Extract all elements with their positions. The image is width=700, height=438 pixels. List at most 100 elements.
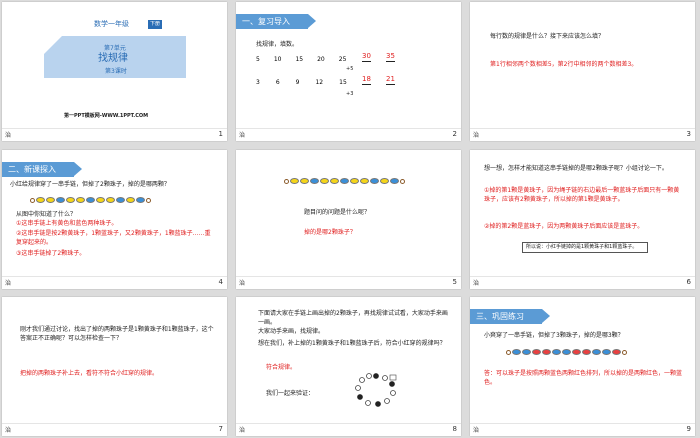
bracelet-knot: [146, 197, 151, 203]
sub-question: 从图中你知道了什么？: [16, 211, 77, 218]
slide-number: 3: [686, 130, 691, 138]
question-text: 每行数的规律是什么？接下来应该怎么填？: [490, 33, 605, 40]
unit-label: 第7单元: [104, 45, 126, 52]
bead: [612, 349, 621, 355]
slide-footer: 治6: [470, 276, 695, 289]
question-text: 刚才我们通过讨论，找出了掉的两颗珠子是1颗黄珠子和1颗蓝珠子，这个答案正不正确呢…: [20, 326, 214, 342]
answer-30: 30: [362, 52, 371, 62]
bead: [370, 178, 379, 184]
slide-thumbnail-8[interactable]: 下面请大家在手链上画出掉的2颗珠子，再找规律试试看，大家动手来画一画。 大家动手…: [236, 297, 461, 436]
slide-number: 1: [218, 130, 223, 138]
answer-text: 答：可以珠子是按照两颗蓝色两颗红色排列，所以掉的是两颗红色，一颗蓝色。: [484, 370, 683, 386]
answer-21: 21: [386, 75, 395, 85]
slide-footer: 治1: [2, 128, 227, 141]
bead: [380, 178, 389, 184]
answer-text: 把掉的两颗珠子补上去，看符不符合小红穿的规律。: [20, 370, 159, 377]
bead: [360, 178, 369, 184]
bead: [350, 178, 359, 184]
answer-1: ①掉的第1颗是黄珠子，因为绳子链的右边最后一颗蓝珠子后面只有一颗黄珠子，应该有2…: [484, 187, 680, 203]
bead: [56, 197, 65, 203]
bracelet-knot: [284, 178, 289, 184]
question-text: 想一想，怎样才能知道这串手链掉的是哪2颗珠子呢？小组讨论一下。: [484, 165, 668, 172]
bead: [96, 197, 105, 203]
bead: [320, 178, 329, 184]
bead-bracelet: [284, 178, 405, 184]
section-header: 三、巩固练习: [470, 309, 550, 324]
slide-thumbnail-1[interactable]: 数学一年级 下册 第7单元 找规律 第3课时 第一PPT模板网-WWW.1PPT…: [2, 2, 227, 141]
bracelet-knot: [30, 197, 35, 203]
slide-footer: 治9: [470, 423, 695, 436]
bead-bracelet: [30, 197, 151, 203]
answer-text: 掉的是哪2颗珠子？: [304, 229, 356, 236]
bead: [300, 178, 309, 184]
slide-thumbnail-5[interactable]: 题目问的问题是什么呢？ 掉的是哪2颗珠子？ 治5: [236, 150, 461, 289]
slide-thumbnail-3[interactable]: 每行数的规律是什么？接下来应该怎么填？ 第1行相邻两个数相差5，第2行中相邻的两…: [470, 2, 695, 141]
site-watermark: 第一PPT模板网-WWW.1PPT.COM: [64, 113, 149, 119]
bead: [36, 197, 45, 203]
bead: [602, 349, 611, 355]
slide-number: 7: [218, 425, 223, 433]
bead: [390, 178, 399, 184]
bead: [522, 349, 531, 355]
check-question: 想在我们，补上掉的1颗黄珠子和1颗蓝珠子后，符合小红穿的规律吗？: [258, 340, 446, 347]
slide-number: 4: [218, 278, 223, 286]
conclusion-box: 所以说：小红手链掉的是1颗黄珠子和1颗蓝珠子。: [522, 242, 648, 253]
question-text: 小红给规律穿了一串手链，但掉了2颗珠子，掉的是哪两颗？: [10, 181, 170, 188]
question-text: 下面请大家在手链上画出掉的2颗珠子，再找规律试试看，大家动手来画一画。: [258, 310, 448, 326]
slide-thumbnail-4[interactable]: 二、新课探入 小红给规律穿了一串手链，但掉了2颗珠子，掉的是哪两颗？ 从图中你知…: [2, 150, 227, 289]
bracelet-knot: [622, 349, 627, 355]
bead: [116, 197, 125, 203]
slide-footer: 治2: [236, 128, 461, 141]
answer-2: ②掉的第2颗是蓝珠子，因为两颗黄珠子后面应该是蓝珠子。: [484, 223, 644, 230]
number-row-1: 5 10 15 20 25: [256, 56, 347, 63]
title-banner-fold: [44, 36, 62, 54]
plus-3-label: +3: [346, 91, 354, 97]
slide-footer: 治4: [2, 276, 227, 289]
answer-35: 35: [386, 52, 395, 62]
bead-bracelet: [506, 349, 627, 355]
slide-number: 6: [686, 278, 691, 286]
bead: [126, 197, 135, 203]
bead: [136, 197, 145, 203]
slide-thumbnail-7[interactable]: 刚才我们通过讨论，找出了掉的两颗珠子是1颗黄珠子和1颗蓝珠子，这个答案正不正确呢…: [2, 297, 227, 436]
bead: [46, 197, 55, 203]
draw-prompt: 大家动手来画，找规律。: [258, 328, 325, 335]
bead: [572, 349, 581, 355]
answer-3: ③这串手链掉了2颗珠子。: [16, 250, 86, 257]
volume-badge: 下册: [148, 20, 163, 29]
question-text: 题目问的问题是什么呢？: [304, 209, 371, 216]
bead: [66, 197, 75, 203]
exercise-prompt: 找规律，填数。: [256, 41, 299, 48]
slide-footer: 治3: [470, 128, 695, 141]
slide-number: 2: [452, 130, 457, 138]
bead: [532, 349, 541, 355]
slide-number: 8: [452, 425, 457, 433]
section-header: 二、新课探入: [2, 162, 82, 177]
bead: [330, 178, 339, 184]
slide-thumbnail-9[interactable]: 三、巩固练习 小爽穿了一串手链，但掉了3颗珠子，掉的是哪3颗？ 答：可以珠子是按…: [470, 297, 695, 436]
slide-footer: 治8: [236, 423, 461, 436]
bead: [310, 178, 319, 184]
question-text: 小爽穿了一串手链，但掉了3颗珠子，掉的是哪3颗？: [484, 332, 624, 339]
bead: [106, 197, 115, 203]
number-row-2: 3 6 9 12 15: [256, 79, 347, 86]
slide-thumbnail-6[interactable]: 想一想，怎样才能知道这串手链掉的是哪2颗珠子呢？小组讨论一下。 ①掉的第1颗是黄…: [470, 150, 695, 289]
verify-label: 我们一起来验证：: [266, 390, 315, 397]
bead: [340, 178, 349, 184]
bead: [512, 349, 521, 355]
bracelet-knot: [400, 178, 405, 184]
bead: [582, 349, 591, 355]
bead: [552, 349, 561, 355]
answer-1: ①这串手链上有黄色和蓝色两种珠子。: [16, 220, 118, 227]
bead: [562, 349, 571, 355]
section-header: 一、复习导入: [236, 14, 316, 29]
bead: [86, 197, 95, 203]
slide-number: 9: [686, 425, 691, 433]
slide-footer: 治5: [236, 276, 461, 289]
bead: [542, 349, 551, 355]
slide-number: 5: [452, 278, 457, 286]
lesson-number: 第3课时: [105, 68, 127, 75]
answer-text: 符合规律。: [266, 364, 297, 371]
bead: [290, 178, 299, 184]
slide-thumbnail-2[interactable]: 一、复习导入 找规律，填数。 5 10 15 20 25 30 35 +5 3 6 9 12 1…: [236, 2, 461, 141]
